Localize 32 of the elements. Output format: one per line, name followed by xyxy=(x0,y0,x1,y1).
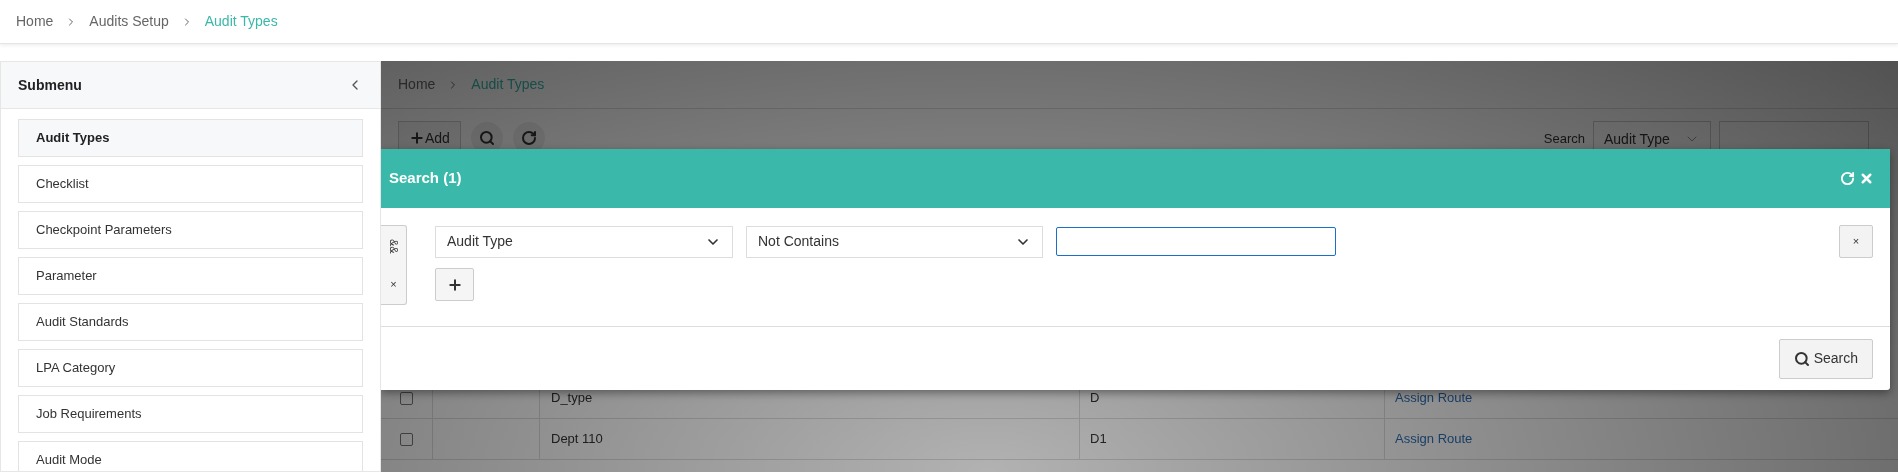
table-cell-text: Dept 110 xyxy=(551,430,603,449)
submenu-item[interactable]: Audit Mode xyxy=(18,441,363,471)
breadcrumb-item[interactable]: Audits Setup xyxy=(89,11,169,32)
submenu-item[interactable]: LPA Category xyxy=(18,349,363,387)
table-cell-text: D xyxy=(1090,389,1100,408)
table-cell-text: D_type xyxy=(551,389,593,408)
row-checkbox[interactable] xyxy=(400,391,413,405)
submenu-item[interactable]: Checkpoint Parameters xyxy=(18,211,363,249)
breadcrumb-item[interactable]: Home xyxy=(16,11,54,32)
search-label: Search xyxy=(1543,130,1585,149)
field-select[interactable]: Audit Type xyxy=(435,225,733,258)
assign-route-link[interactable]: Assign Route xyxy=(1395,429,1473,449)
remove-condition-button[interactable]: × xyxy=(1839,225,1873,258)
value-input[interactable] xyxy=(1056,227,1336,256)
row-checkbox[interactable] xyxy=(400,432,413,446)
search-icon xyxy=(1793,350,1810,367)
table-cell-text: D1 xyxy=(1090,430,1107,449)
submenu-item[interactable]: Checklist xyxy=(18,165,363,203)
submenu-item[interactable]: Audit Types xyxy=(18,119,363,157)
submenu-item[interactable]: Parameter xyxy=(18,257,363,295)
sidebar-title: Submenu xyxy=(18,75,82,95)
remove-group-label[interactable]: × xyxy=(390,275,397,292)
operator-label: && xyxy=(386,238,401,254)
add-condition-button[interactable] xyxy=(435,268,474,301)
plus-icon xyxy=(446,276,463,293)
operator-select[interactable]: Not Contains xyxy=(746,225,1043,258)
plus-icon xyxy=(409,130,425,146)
submenu-item[interactable]: Job Requirements xyxy=(18,395,363,433)
search-button[interactable]: Search xyxy=(1778,338,1873,379)
operator-tab[interactable]: && × xyxy=(381,225,407,305)
dialog-title: Search (1) xyxy=(389,168,462,189)
submenu-item[interactable]: Audit Standards xyxy=(18,303,363,341)
